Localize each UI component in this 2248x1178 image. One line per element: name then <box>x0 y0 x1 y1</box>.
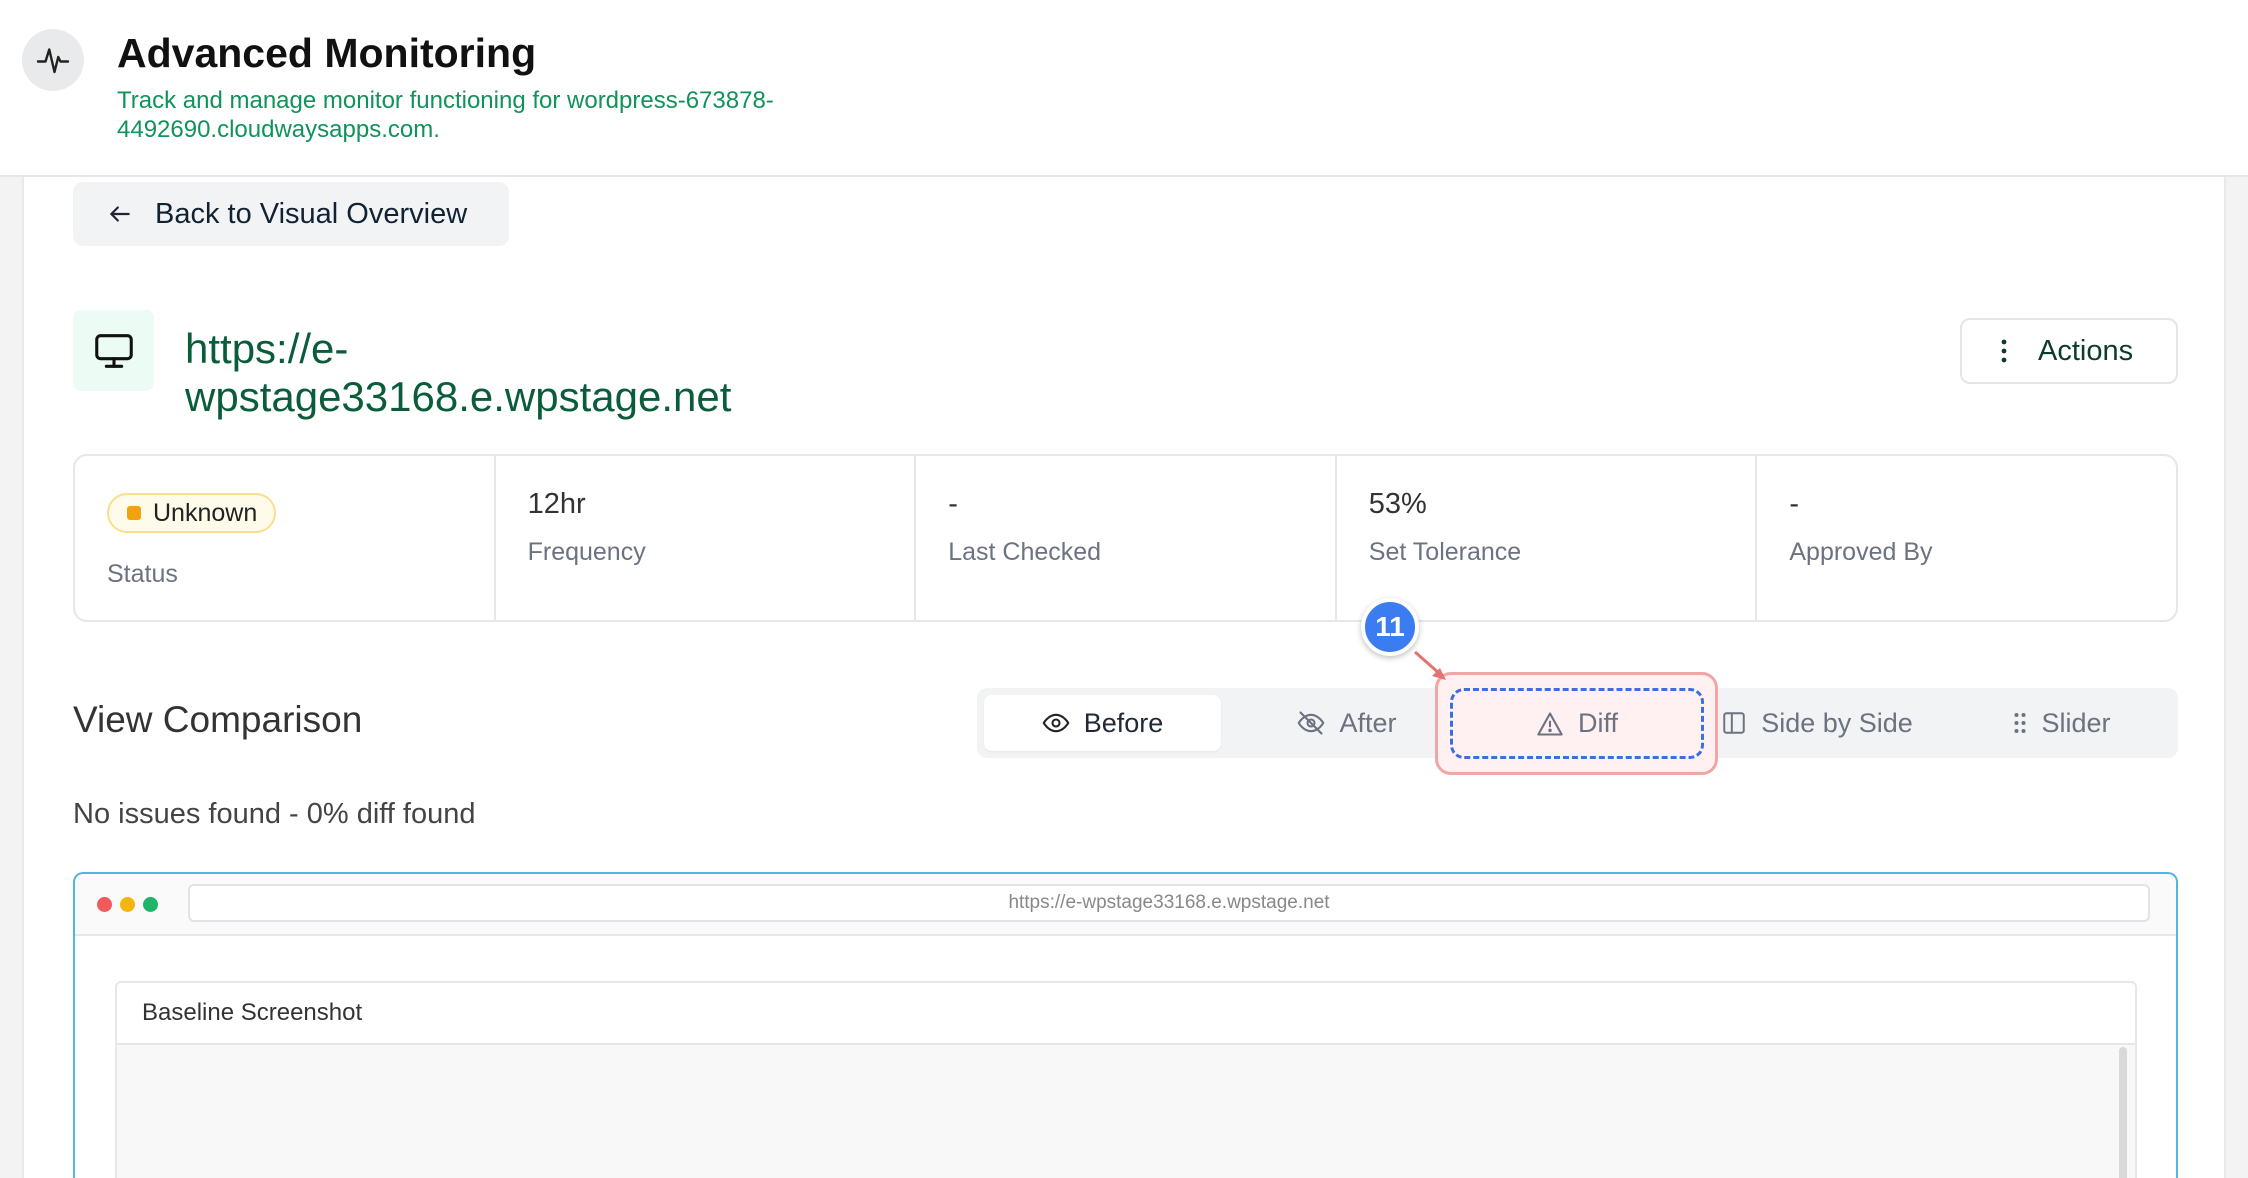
tab-diff-label: Diff <box>1577 708 1618 738</box>
tab-slider-label: Slider <box>2041 707 2111 738</box>
stats-card: Unknown Status 12hr Frequency - Last Che… <box>73 454 2178 622</box>
section-title: View Comparison <box>73 699 363 740</box>
stat-label: Set Tolerance <box>1368 538 1522 566</box>
scrollbar[interactable] <box>2119 1047 2127 1178</box>
stat-value: - <box>1789 488 1800 520</box>
stat-value: - <box>948 488 958 520</box>
stat-tolerance: 53% Set Tolerance <box>1337 456 1758 620</box>
stat-value: 12hr <box>527 488 586 520</box>
tab-after[interactable]: After <box>1227 695 1467 751</box>
actions-label: Actions <box>2038 334 2134 367</box>
minimize-dot-icon <box>120 897 135 912</box>
stat-label: Status <box>107 560 178 588</box>
grip-icon <box>2013 711 2027 735</box>
browser-preview: https://e-wpstage33168.e.wpstage.net Bas… <box>73 872 2178 1178</box>
tab-side-by-side[interactable]: Side by Side <box>1687 695 1947 751</box>
browser-toolbar: https://e-wpstage33168.e.wpstage.net <box>75 874 2176 936</box>
step-marker: 11 <box>1361 598 1419 656</box>
pulse-icon <box>22 29 84 91</box>
browser-url-bar: https://e-wpstage33168.e.wpstage.net <box>188 884 2150 922</box>
app-header: Advanced Monitoring Track and manage mon… <box>0 0 2248 177</box>
tab-slider[interactable]: Slider <box>1957 695 2167 751</box>
stat-frequency: 12hr Frequency <box>496 456 917 620</box>
stat-status: Unknown Status <box>75 456 496 620</box>
tab-after-label: After <box>1339 707 1397 738</box>
arrow-left-icon <box>107 201 133 227</box>
back-button-label: Back to Visual Overview <box>155 197 468 230</box>
stat-approved-by: - Approved By <box>1757 456 2176 620</box>
stat-label: Frequency <box>527 538 646 566</box>
stat-label: Approved By <box>1789 538 1933 566</box>
screenshot-area <box>117 1045 2135 1178</box>
baseline-card: Baseline Screenshot <box>115 981 2137 1178</box>
tab-diff[interactable]: Diff <box>1450 688 1704 759</box>
tab-before[interactable]: Before <box>984 695 1221 751</box>
card-title: Baseline Screenshot <box>117 983 2135 1045</box>
back-button[interactable]: Back to Visual Overview <box>73 182 509 246</box>
eye-off-icon <box>1297 709 1325 737</box>
actions-button[interactable]: Actions <box>1960 318 2178 384</box>
stat-label: Last Checked <box>948 538 1102 566</box>
status-badge: Unknown <box>107 493 277 533</box>
close-dot-icon <box>97 897 112 912</box>
status-badge-label: Unknown <box>153 498 258 527</box>
tab-before-label: Before <box>1083 707 1164 738</box>
status-dot-icon <box>127 506 141 520</box>
diff-summary: No issues found - 0% diff found <box>73 798 476 830</box>
tab-side-by-side-label: Side by Side <box>1761 707 1913 738</box>
stat-value: 53% <box>1368 488 1427 520</box>
warning-icon <box>1536 710 1564 738</box>
monitor-url: https://e-wpstage33168.e.wpstage.net <box>185 325 732 420</box>
columns-icon <box>1721 710 1747 736</box>
stat-last-checked: - Last Checked <box>916 456 1337 620</box>
eye-icon <box>1042 709 1070 737</box>
monitor-icon <box>73 310 154 391</box>
page-subtitle: Track and manage monitor functioning for… <box>117 87 774 143</box>
page-title: Advanced Monitoring <box>117 30 537 76</box>
maximize-dot-icon <box>143 897 158 912</box>
more-vertical-icon <box>2000 338 2008 364</box>
